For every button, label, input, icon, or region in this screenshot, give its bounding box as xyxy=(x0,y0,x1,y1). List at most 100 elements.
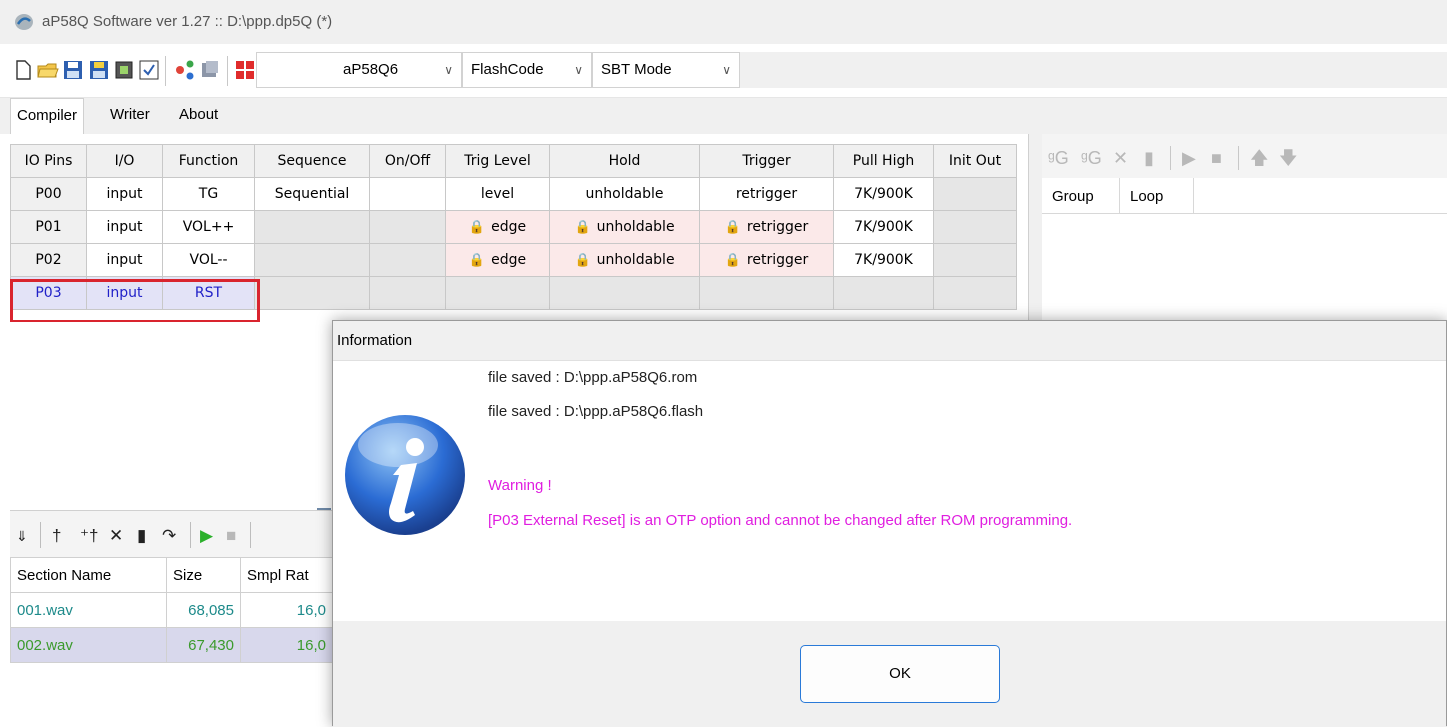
io-cell[interactable]: input xyxy=(86,177,163,211)
sequence-cell[interactable] xyxy=(254,210,370,244)
checklist-icon[interactable] xyxy=(138,59,160,81)
add-group-icon[interactable]: ᵍG xyxy=(1048,147,1069,169)
component-icon[interactable] xyxy=(174,59,196,81)
table-row[interactable]: 002.wav 67,430 16,0 xyxy=(10,627,333,663)
table-row[interactable]: 001.wav 68,085 16,0 xyxy=(10,592,333,628)
pull-high-cell[interactable]: 7K/900K xyxy=(833,210,934,244)
pull-high-cell[interactable]: 7K/900K xyxy=(833,243,934,277)
col-header[interactable]: Section Name xyxy=(10,557,167,593)
trash-icon[interactable]: ▮ xyxy=(137,525,146,547)
pull-high-cell[interactable]: 7K/900K xyxy=(833,177,934,211)
function-cell[interactable]: VOL++ xyxy=(162,210,255,244)
col-header[interactable]: Sequence xyxy=(254,144,370,178)
section-name-cell[interactable]: 002.wav xyxy=(10,627,167,663)
init-out-cell[interactable] xyxy=(933,276,1017,310)
panel-splitter[interactable] xyxy=(1028,134,1042,322)
delete-icon[interactable]: ✕ xyxy=(109,525,123,547)
col-header[interactable]: Trig Level xyxy=(445,144,550,178)
sequence-cell[interactable] xyxy=(254,276,370,310)
onoff-cell[interactable] xyxy=(369,210,446,244)
device-select[interactable]: aP58Q6 ∨ xyxy=(256,52,462,88)
hold-cell[interactable]: 🔒 unholdable xyxy=(549,243,700,277)
io-cell[interactable]: input xyxy=(86,243,163,277)
trig-level-cell[interactable]: 🔒 edge xyxy=(445,210,550,244)
grid-red-icon[interactable] xyxy=(234,59,256,81)
col-header[interactable]: Function xyxy=(162,144,255,178)
onoff-cell[interactable] xyxy=(369,177,446,211)
stop-icon[interactable]: ■ xyxy=(226,525,236,547)
function-cell[interactable]: VOL-- xyxy=(162,243,255,277)
trig-level-cell[interactable] xyxy=(445,276,550,310)
io-cell[interactable]: input xyxy=(86,210,163,244)
insert-icon[interactable]: ⁺† xyxy=(80,525,98,547)
pull-high-cell[interactable] xyxy=(833,276,934,310)
ok-button[interactable]: OK xyxy=(800,645,1000,703)
col-header-loop[interactable]: Loop xyxy=(1120,178,1194,214)
trigger-cell[interactable] xyxy=(699,276,834,310)
rate-cell[interactable]: 16,0 xyxy=(240,627,333,663)
col-header[interactable]: Smpl Rat xyxy=(240,557,333,593)
save-as-icon[interactable] xyxy=(88,59,110,81)
init-out-cell[interactable] xyxy=(933,243,1017,277)
chip-icon[interactable] xyxy=(113,59,135,81)
refresh-icon[interactable]: ↷ xyxy=(162,525,176,547)
col-header[interactable]: Init Out xyxy=(933,144,1017,178)
col-header[interactable]: Size xyxy=(166,557,241,593)
hold-cell[interactable]: 🔒 unholdable xyxy=(549,210,700,244)
flash-select[interactable]: FlashCode ∨ xyxy=(462,52,592,88)
trig-level-cell[interactable]: 🔒 edge xyxy=(445,243,550,277)
mode-select[interactable]: SBT Mode ∨ xyxy=(592,52,740,88)
hold-cell[interactable] xyxy=(549,276,700,310)
play-icon[interactable]: ▶ xyxy=(1182,147,1196,169)
size-cell[interactable]: 67,430 xyxy=(166,627,241,663)
init-out-cell[interactable] xyxy=(933,177,1017,211)
down-arrow-icon[interactable]: 🡇 xyxy=(1279,147,1298,169)
toolbar-separator xyxy=(1170,146,1171,170)
cube-icon[interactable] xyxy=(199,59,221,81)
section-name-cell[interactable]: 001.wav xyxy=(10,592,167,628)
col-header[interactable]: IO Pins xyxy=(10,144,87,178)
io-row-p00[interactable]: P00 input TG Sequential level unholdable… xyxy=(10,177,1017,211)
new-file-icon[interactable] xyxy=(12,59,34,81)
open-folder-icon[interactable] xyxy=(37,59,59,81)
init-out-cell[interactable] xyxy=(933,210,1017,244)
sequence-cell[interactable] xyxy=(254,243,370,277)
pin-cell[interactable]: P00 xyxy=(10,177,87,211)
col-header[interactable]: Trigger xyxy=(699,144,834,178)
col-header[interactable]: Hold xyxy=(549,144,700,178)
tab-compiler[interactable]: Compiler xyxy=(10,98,85,136)
trash-icon[interactable]: ▮ xyxy=(1144,147,1154,169)
onoff-cell[interactable] xyxy=(369,243,446,277)
add-subgroup-icon[interactable]: ᵍG xyxy=(1081,147,1102,169)
io-row-p02[interactable]: P02 input VOL-- 🔒 edge 🔒 unholdable 🔒 retri… xyxy=(10,243,1017,277)
trig-level-cell[interactable]: level xyxy=(445,177,550,211)
size-cell[interactable]: 68,085 xyxy=(166,592,241,628)
up-arrow-icon[interactable]: 🡅 xyxy=(1250,147,1269,169)
sequence-cell[interactable]: Sequential xyxy=(254,177,370,211)
trigger-cell[interactable]: 🔒 retrigger xyxy=(699,243,834,277)
trigger-cell[interactable]: 🔒 retrigger xyxy=(699,210,834,244)
tab-writer[interactable]: Writer xyxy=(104,98,156,134)
function-cell[interactable]: TG xyxy=(162,177,255,211)
onoff-cell[interactable] xyxy=(369,276,446,310)
chevron-down-icon: ∨ xyxy=(722,63,731,77)
pin-cell[interactable]: P01 xyxy=(10,210,87,244)
rate-cell[interactable]: 16,0 xyxy=(240,592,333,628)
trigger-cell[interactable]: retrigger xyxy=(699,177,834,211)
save-icon[interactable] xyxy=(62,59,84,81)
col-header[interactable]: I/O xyxy=(86,144,163,178)
delete-icon[interactable]: ✕ xyxy=(1113,147,1128,169)
col-header[interactable]: On/Off xyxy=(369,144,446,178)
tab-about[interactable]: About xyxy=(173,98,224,134)
hold-cell[interactable]: unholdable xyxy=(549,177,700,211)
add-note-icon[interactable]: † xyxy=(52,525,61,547)
toolbar-separator xyxy=(1238,146,1239,170)
toolbar-filler xyxy=(740,52,1447,88)
play-icon[interactable]: ▶ xyxy=(200,525,213,547)
sort-az-icon[interactable]: ⇓ xyxy=(16,525,28,547)
stop-icon[interactable]: ■ xyxy=(1211,147,1222,169)
io-row-p01[interactable]: P01 input VOL++ 🔒 edge 🔒 unholdable 🔒 retri… xyxy=(10,210,1017,244)
col-header-group[interactable]: Group xyxy=(1042,178,1120,214)
pin-cell[interactable]: P02 xyxy=(10,243,87,277)
col-header[interactable]: Pull High xyxy=(833,144,934,178)
